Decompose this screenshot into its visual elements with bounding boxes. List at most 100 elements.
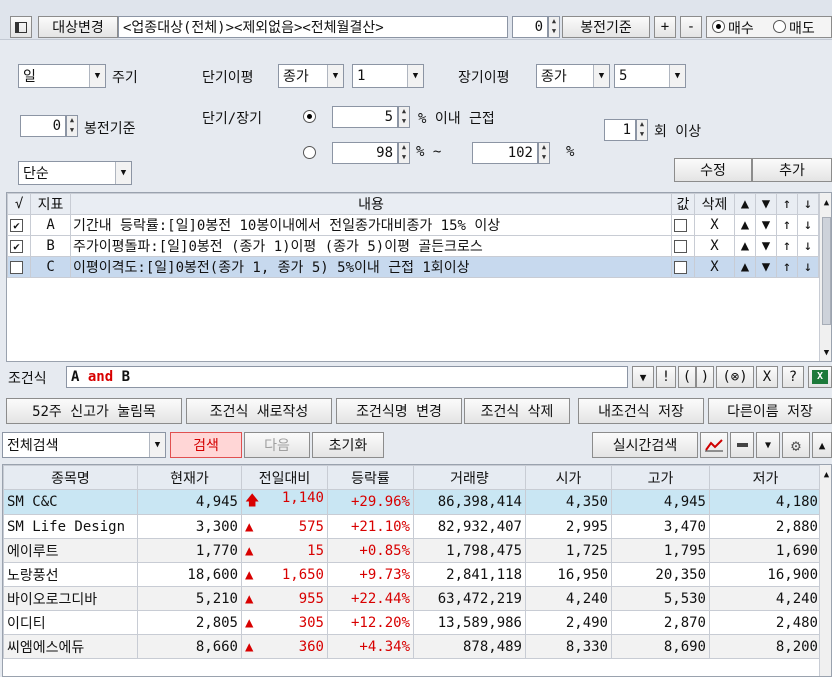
save-condition-button[interactable]: 내조건식 저장 (578, 398, 704, 424)
header-current-price[interactable]: 현재가 (137, 465, 242, 490)
collapse-icon[interactable]: ▲ (812, 432, 832, 458)
header-rate[interactable]: 등락률 (327, 465, 414, 490)
condition-scrollbar[interactable]: ▲ ▼ (819, 193, 831, 361)
minus-button[interactable]: - (680, 16, 702, 38)
bar-offset-spinner[interactable]: ▲ ▼ (66, 115, 78, 137)
period-select[interactable]: 일 ▼ (18, 64, 106, 88)
stock-name[interactable]: 씨엠에스에듀 (3, 634, 138, 659)
edit-button[interactable]: 수정 (674, 158, 752, 182)
mode-select[interactable]: 단순 ▼ (18, 161, 132, 185)
header-high[interactable]: 고가 (611, 465, 710, 490)
range-from-spinner[interactable]: ▲ ▼ (398, 142, 410, 164)
next-button[interactable]: 다음 (244, 432, 310, 458)
condition-row[interactable]: ✔ A 기간내 등락률:[일]0봉전 10봉이내에서 전일종가대비종가 15% … (7, 214, 820, 236)
condition-delete-button[interactable]: X (694, 235, 735, 257)
help-button[interactable]: ? (782, 366, 804, 388)
panel-toggle-icon[interactable] (10, 16, 32, 38)
rename-condition-button[interactable]: 조건식명 변경 (336, 398, 462, 424)
stock-name[interactable]: 에이루트 (3, 538, 138, 563)
move-up-icon[interactable]: ▲ (733, 235, 756, 257)
offset-input[interactable]: 0 (512, 16, 548, 38)
condition-delete-button[interactable]: X (694, 214, 735, 236)
buy-radio[interactable] (712, 20, 725, 33)
result-row[interactable]: 씨엠에스에듀 8,660 ▲ 360 +4.34% 878,489 8,330 8… (3, 634, 822, 659)
condition-content[interactable]: 주가이평돌파:[일]0봉전 (종가 1)이평 (종가 5)이평 골든크로스 (70, 235, 672, 257)
stock-name[interactable]: 바이오로그디바 (3, 586, 138, 611)
delete-condition-button[interactable]: 조건식 삭제 (464, 398, 570, 424)
result-row[interactable]: 바이오로그디바 5,210 ▲ 955 +22.44% 63,472,219 4,… (3, 586, 822, 611)
condition-checkbox[interactable] (10, 260, 23, 274)
menu-chevron-down-icon[interactable]: ▼ (756, 432, 780, 458)
condition-value-checkbox[interactable] (673, 260, 687, 274)
stock-name[interactable]: SM Life Design (3, 514, 138, 539)
move-top-icon[interactable]: ↑ (775, 256, 798, 278)
long-ma-period-select[interactable]: 5 ▼ (614, 64, 686, 88)
header-low[interactable]: 저가 (709, 465, 822, 490)
move-bottom-icon[interactable]: ↓ (796, 214, 820, 236)
condition-row-selected[interactable]: C 이평이격도:[일]0봉전(종가 1, 종가 5) 5%이내 근접 1회이상 … (7, 256, 820, 278)
count-spinner[interactable]: ▲ ▼ (636, 119, 648, 141)
result-row[interactable]: 이디티 2,805 ▲ 305 +12.20% 13,589,986 2,490 … (3, 610, 822, 635)
clear-paren-button[interactable]: (⊗) (716, 366, 754, 388)
add-button[interactable]: 추가 (752, 158, 832, 182)
stock-name[interactable]: 이디티 (3, 610, 138, 635)
header-volume[interactable]: 거래량 (413, 465, 526, 490)
move-top-icon[interactable]: ↑ (775, 214, 798, 236)
search-button[interactable]: 검색 (170, 432, 242, 458)
preset-condition-button[interactable]: 52주 신고가 눌림목 (6, 398, 182, 424)
excel-icon[interactable]: X (808, 366, 832, 388)
search-scope-select[interactable]: 전체검색 ▼ (2, 432, 166, 458)
condition-checkbox[interactable]: ✔ (10, 218, 23, 232)
open-paren-button[interactable]: ( (678, 366, 696, 388)
condition-row[interactable]: ✔ B 주가이평돌파:[일]0봉전 (종가 1)이평 (종가 5)이평 골든크로… (7, 235, 820, 257)
reset-button[interactable]: 초기화 (312, 432, 384, 458)
close-paren-button[interactable]: ) (696, 366, 714, 388)
formula-dropdown-button[interactable]: ▼ (632, 366, 654, 388)
header-change[interactable]: 전일대비 (241, 465, 328, 490)
long-ma-price-select[interactable]: 종가 ▼ (536, 64, 610, 88)
results-scrollbar[interactable]: ▲ (819, 465, 831, 676)
move-down-icon[interactable]: ▼ (754, 235, 777, 257)
formula-input[interactable]: A and B (66, 366, 628, 388)
move-top-icon[interactable]: ↑ (775, 235, 798, 257)
menu-icon[interactable] (730, 432, 754, 458)
plus-button[interactable]: + (654, 16, 676, 38)
bar-offset-input[interactable]: 0 (20, 115, 66, 137)
offset-spinner[interactable]: ▲ ▼ (548, 16, 560, 38)
within-pct-spinner[interactable]: ▲ ▼ (398, 106, 410, 128)
stock-name[interactable]: 노랑풍선 (3, 562, 138, 587)
condition-content[interactable]: 이평이격도:[일]0봉전(종가 1, 종가 5) 5%이내 근접 1회이상 (70, 256, 672, 278)
range-radio[interactable] (303, 146, 316, 159)
condition-checkbox[interactable]: ✔ (10, 239, 23, 253)
offset-basis-button[interactable]: 봉전기준 (562, 16, 650, 38)
range-to-spinner[interactable]: ▲ ▼ (538, 142, 550, 164)
header-open[interactable]: 시가 (525, 465, 612, 490)
realtime-search-button[interactable]: 실시간검색 (592, 432, 698, 458)
within-pct-input[interactable]: 5 (332, 106, 398, 128)
result-row-selected[interactable]: SM C&C 4,945 🡅 1,140 +29.96% 86,398,414 4… (3, 489, 822, 515)
new-condition-button[interactable]: 조건식 새로작성 (186, 398, 332, 424)
result-row[interactable]: SM Life Design 3,300 ▲ 575 +21.10% 82,932… (3, 514, 822, 539)
short-ma-period-select[interactable]: 1 ▼ (352, 64, 424, 88)
save-as-button[interactable]: 다른이름 저장 (708, 398, 832, 424)
count-input[interactable]: 1 (604, 119, 636, 141)
chart-icon[interactable] (700, 432, 728, 458)
move-up-icon[interactable]: ▲ (733, 214, 756, 236)
within-radio[interactable] (303, 110, 316, 123)
move-down-icon[interactable]: ▼ (754, 256, 777, 278)
condition-value-checkbox[interactable] (673, 239, 687, 253)
condition-delete-button[interactable]: X (694, 256, 735, 278)
range-from-input[interactable]: 98 (332, 142, 398, 164)
header-stock-name[interactable]: 종목명 (3, 465, 138, 490)
short-ma-price-select[interactable]: 종가 ▼ (278, 64, 344, 88)
move-up-icon[interactable]: ▲ (733, 256, 756, 278)
not-button[interactable]: ! (656, 366, 676, 388)
range-to-input[interactable]: 102 (472, 142, 538, 164)
move-bottom-icon[interactable]: ↓ (796, 235, 820, 257)
stock-name[interactable]: SM C&C (3, 489, 138, 515)
result-row[interactable]: 노랑풍선 18,600 ▲ 1,650 +9.73% 2,841,118 16,9… (3, 562, 822, 587)
move-down-icon[interactable]: ▼ (754, 214, 777, 236)
condition-content[interactable]: 기간내 등락률:[일]0봉전 10봉이내에서 전일종가대비종가 15% 이상 (70, 214, 672, 236)
formula-clear-button[interactable]: X (756, 366, 778, 388)
gear-icon[interactable]: ⚙ (782, 432, 810, 458)
